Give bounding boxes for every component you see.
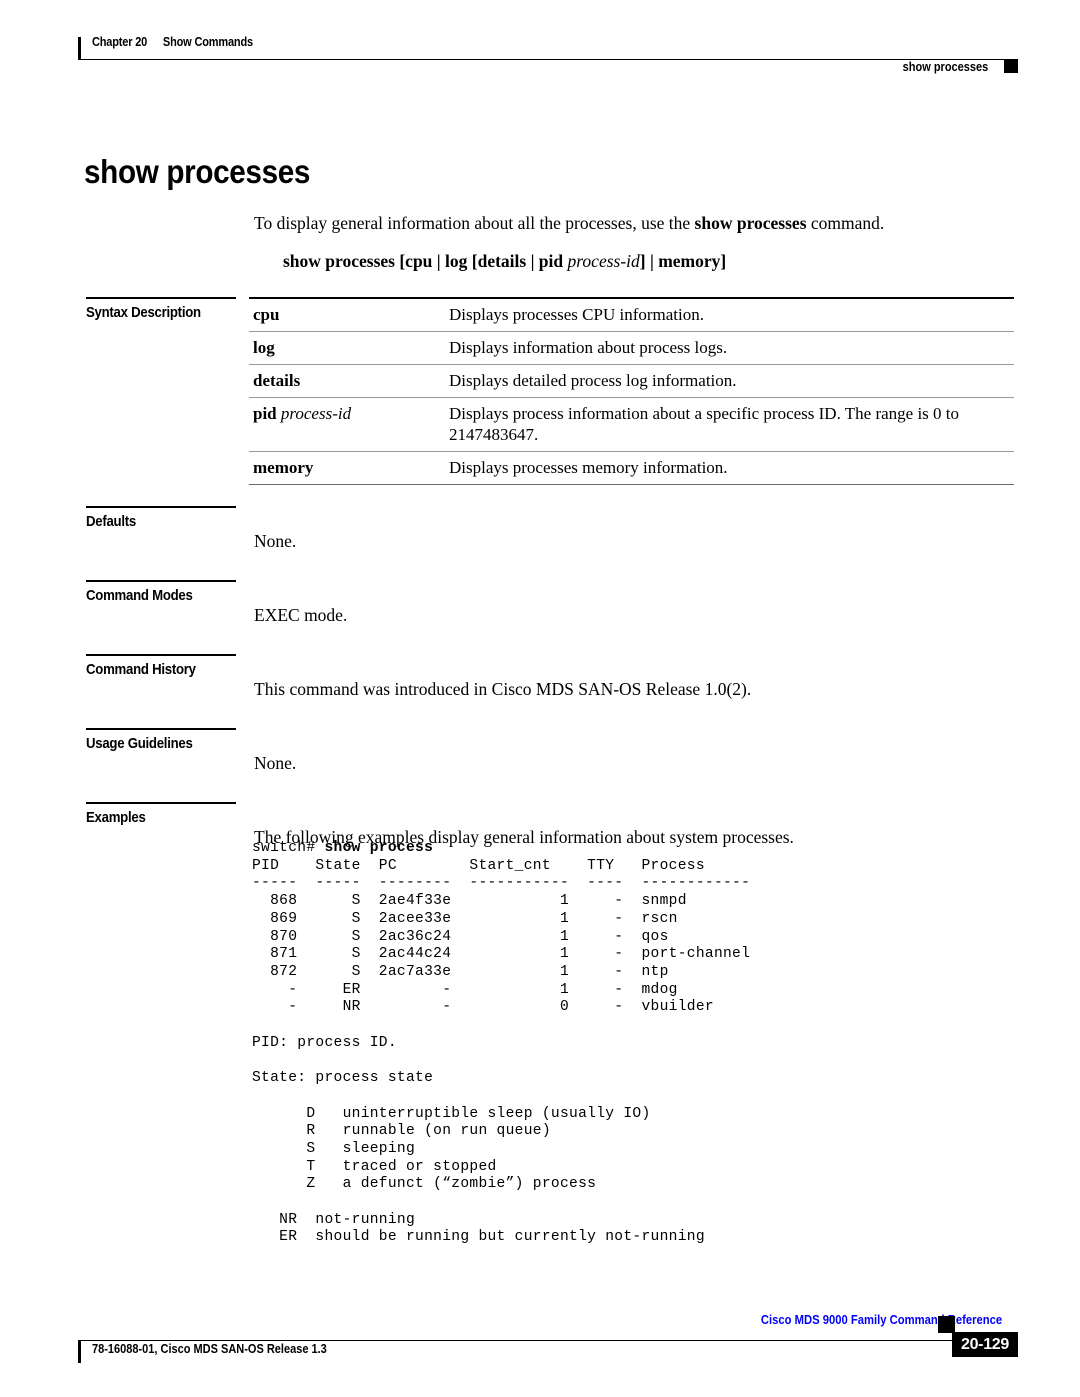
- syntax-term-text: memory: [253, 458, 314, 477]
- page-header: Chapter 20 Show Commands show processes: [78, 34, 1018, 74]
- intro-text-before: To display general information about all…: [254, 212, 695, 233]
- syntax-options-after: ] | memory]: [639, 250, 727, 271]
- syntax-term: cpu: [249, 299, 449, 332]
- section-label-command-history: Command History: [86, 661, 196, 678]
- page-number-badge: 20-129: [952, 1332, 1018, 1357]
- syntax-term-text: log: [253, 338, 275, 357]
- header-chapter-title: Show Commands: [162, 35, 253, 49]
- syntax-term: details: [249, 364, 449, 398]
- cli-output: PID State PC Start_cnt TTY Process -----…: [252, 857, 751, 1246]
- header-running-head: show processes: [902, 60, 988, 74]
- syntax-term: pid process-id: [249, 397, 449, 452]
- table-row: details Displays detailed process log in…: [249, 364, 1014, 398]
- footer-book-title: Cisco MDS 9000 Family Command Reference: [760, 1313, 1002, 1327]
- header-breadcrumb: Chapter 20 Show Commands: [92, 35, 253, 49]
- syntax-term-argument: process-id: [280, 404, 352, 423]
- table-row: pid process-id Displays process informat…: [249, 397, 1014, 452]
- example-code-block: switch# show process PID State PC Start_…: [252, 840, 750, 1247]
- table-row: log Displays information about process l…: [249, 331, 1014, 365]
- syntax-term: log: [249, 331, 449, 365]
- table-row: memory Displays processes memory informa…: [249, 451, 1014, 485]
- footer-tick-mark: [78, 1341, 81, 1363]
- syntax-options-before: [cpu | log [details | pid: [394, 250, 568, 271]
- syntax-term-description: Displays processes memory information.: [449, 451, 1014, 485]
- usage-guidelines-value: None.: [254, 752, 297, 773]
- page-title: show processes: [84, 153, 311, 191]
- command-modes-value: EXEC mode.: [254, 604, 348, 625]
- syntax-term-description: Displays processes CPU information.: [449, 299, 1014, 332]
- syntax-term-text: cpu: [253, 305, 280, 324]
- syntax-term: memory: [249, 451, 449, 485]
- footer-document-id: 78-16088-01, Cisco MDS SAN-OS Release 1.…: [92, 1342, 327, 1356]
- table-row: cpu Displays processes CPU information.: [249, 299, 1014, 332]
- header-tick-mark: [78, 37, 81, 59]
- intro-command-name: show processes: [694, 212, 807, 233]
- syntax-term-description: Displays detailed process log informatio…: [449, 364, 1014, 398]
- section-label-examples: Examples: [86, 809, 146, 826]
- syntax-command: show processes: [283, 250, 395, 271]
- cli-prompt: switch#: [252, 840, 325, 856]
- syntax-term-text: details: [253, 371, 301, 390]
- syntax-term-description: Displays information about process logs.: [449, 331, 1014, 365]
- command-history-value: This command was introduced in Cisco MDS…: [254, 678, 752, 699]
- footer-rule: [78, 1340, 1018, 1341]
- syntax-term-description: Displays process information about a spe…: [449, 397, 1014, 452]
- section-label-usage-guidelines: Usage Guidelines: [86, 735, 193, 752]
- section-label-defaults: Defaults: [86, 513, 136, 530]
- header-rule: [78, 59, 1018, 60]
- footer-marker-square-icon: [938, 1316, 955, 1333]
- header-marker-square-icon: [1004, 59, 1018, 73]
- syntax-term-text: pid: [253, 404, 277, 423]
- syntax-description-table: cpu Displays processes CPU information. …: [249, 299, 1014, 485]
- section-label-command-modes: Command Modes: [86, 587, 193, 604]
- defaults-value: None.: [254, 530, 297, 551]
- intro-text-after: command.: [806, 212, 885, 233]
- syntax-italic-argument: process-id: [567, 250, 640, 271]
- cli-command: show process: [324, 840, 434, 856]
- section-label-syntax-description: Syntax Description: [86, 304, 201, 321]
- intro-paragraph: To display general information about all…: [254, 212, 1024, 234]
- command-syntax-line: show processes [cpu | log [details | pid…: [283, 251, 726, 272]
- header-chapter-number: Chapter 20: [92, 35, 148, 49]
